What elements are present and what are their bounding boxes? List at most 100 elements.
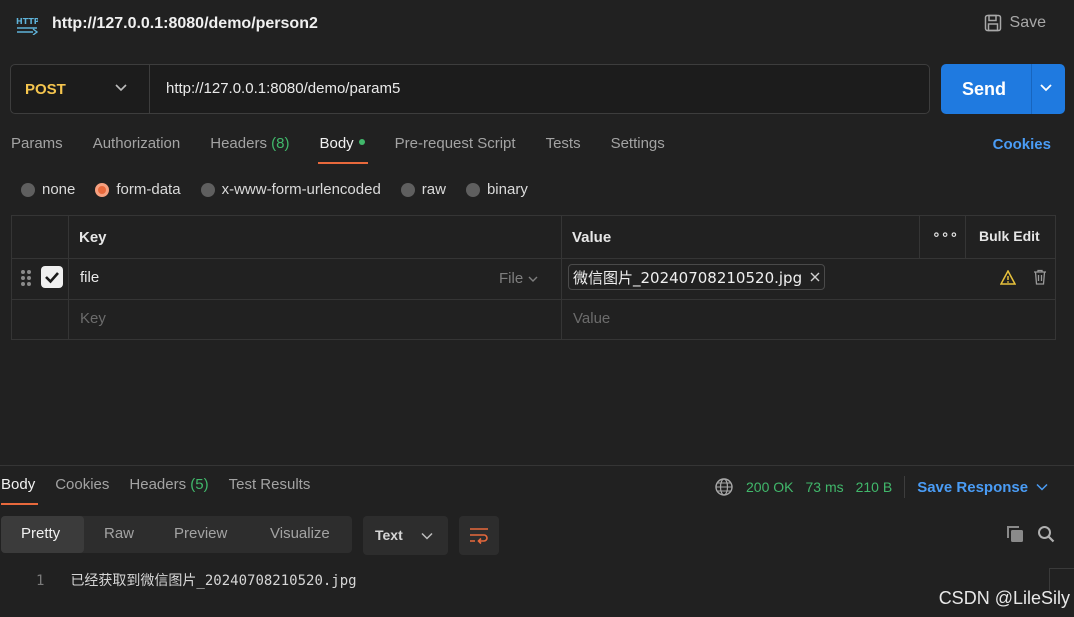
response-tab-body[interactable]: Body bbox=[1, 476, 38, 505]
tab-headers[interactable]: Headers (8) bbox=[210, 135, 289, 152]
checkmark-icon bbox=[45, 272, 59, 284]
status-code[interactable]: 200 OK bbox=[746, 479, 793, 495]
form-data-table: Key Value ∘∘∘ Bulk Edit file File 微信图片_2… bbox=[11, 215, 1056, 340]
body-indicator-dot bbox=[358, 139, 365, 146]
globe-icon[interactable] bbox=[714, 477, 734, 497]
radio-circle-selected bbox=[95, 182, 110, 197]
format-label: Text bbox=[375, 527, 403, 543]
active-tab-underline bbox=[1, 503, 38, 505]
row-key[interactable]: file bbox=[80, 269, 99, 286]
chevron-down-icon bbox=[115, 84, 127, 92]
chevron-down-icon bbox=[528, 276, 538, 282]
radio-circle bbox=[21, 182, 35, 197]
column-divider bbox=[919, 216, 920, 258]
value-header: Value bbox=[572, 229, 612, 246]
tab-body[interactable]: Body bbox=[318, 135, 369, 164]
active-tab-underline bbox=[318, 162, 369, 164]
send-button[interactable]: Send bbox=[941, 64, 1065, 114]
url-input[interactable]: http://127.0.0.1:8080/demo/param5 bbox=[166, 80, 400, 97]
file-chip[interactable]: 微信图片_20240708210520.jpg bbox=[568, 264, 826, 290]
drag-handle-icon[interactable] bbox=[20, 269, 32, 287]
response-tab-test-results[interactable]: Test Results bbox=[229, 476, 311, 493]
radio-circle bbox=[465, 182, 480, 197]
response-body-text[interactable]: 已经获取到微信图片_20240708210520.jpg bbox=[70, 573, 356, 589]
request-title[interactable]: http://127.0.0.1:8080/demo/person2 bbox=[52, 15, 318, 33]
column-divider bbox=[965, 216, 966, 258]
radio-label: form-data bbox=[116, 181, 181, 198]
tab-headers-label: Headers bbox=[210, 135, 267, 152]
chevron-down-icon bbox=[421, 532, 433, 540]
save-button[interactable]: Save bbox=[984, 14, 1046, 32]
radio-circle bbox=[400, 182, 415, 197]
svg-text:HTTP: HTTP bbox=[16, 17, 38, 26]
view-raw[interactable]: Raw bbox=[104, 525, 134, 542]
response-meta: 200 OK 73 ms 210 B Save Response bbox=[714, 476, 1048, 498]
tab-settings[interactable]: Settings bbox=[611, 135, 665, 152]
row-divider bbox=[12, 258, 1055, 259]
response-body-line: 1 已经获取到微信图片_20240708210520.jpg bbox=[36, 570, 357, 590]
key-input[interactable]: Key bbox=[80, 310, 106, 327]
save-icon bbox=[984, 14, 1001, 32]
line-number: 1 bbox=[36, 573, 45, 589]
radio-x-www-form-urlencoded[interactable]: x-www-form-urlencoded bbox=[200, 181, 381, 198]
view-preview[interactable]: Preview bbox=[174, 525, 227, 542]
http-icon: HTTP bbox=[16, 15, 40, 36]
radio-raw[interactable]: raw bbox=[400, 181, 446, 198]
search-icon[interactable] bbox=[1037, 525, 1055, 543]
more-options-icon[interactable]: ∘∘∘ bbox=[932, 226, 958, 243]
save-response-label: Save Response bbox=[917, 478, 1029, 496]
radio-circle bbox=[200, 182, 215, 197]
tab-body-label: Body bbox=[319, 135, 354, 152]
row-type-label: File bbox=[499, 270, 524, 287]
tab-authorization[interactable]: Authorization bbox=[93, 135, 181, 152]
radio-label: none bbox=[42, 181, 76, 198]
row-enabled-checkbox[interactable] bbox=[41, 266, 63, 288]
close-icon[interactable] bbox=[810, 272, 820, 282]
view-pretty[interactable]: Pretty bbox=[21, 525, 60, 542]
tab-params[interactable]: Params bbox=[11, 135, 63, 152]
wrap-lines-button[interactable] bbox=[459, 516, 499, 555]
trash-icon[interactable] bbox=[1033, 269, 1047, 285]
column-divider bbox=[68, 216, 69, 339]
response-headers-count: (5) bbox=[190, 476, 209, 493]
radio-label: binary bbox=[486, 181, 528, 198]
format-select[interactable]: Text bbox=[363, 516, 448, 555]
radio-binary[interactable]: binary bbox=[465, 181, 528, 198]
radio-form-data[interactable]: form-data bbox=[95, 181, 181, 198]
response-tab-headers[interactable]: Headers (5) bbox=[129, 476, 208, 493]
column-divider bbox=[561, 216, 562, 339]
view-visualize[interactable]: Visualize bbox=[270, 525, 330, 542]
body-type-radios: none form-data x-www-form-urlencoded raw… bbox=[21, 181, 548, 198]
separator bbox=[904, 476, 906, 498]
response-tab-cookies[interactable]: Cookies bbox=[55, 476, 109, 493]
radio-label: raw bbox=[421, 181, 446, 198]
send-divider bbox=[1031, 64, 1032, 114]
method-select[interactable]: POST bbox=[11, 65, 150, 113]
warning-icon[interactable] bbox=[1000, 270, 1016, 285]
chevron-down-icon bbox=[1036, 483, 1048, 491]
response-tab-headers-label: Headers bbox=[129, 476, 187, 493]
url-bar: POST http://127.0.0.1:8080/demo/param5 bbox=[10, 64, 930, 114]
send-label: Send bbox=[962, 79, 1007, 99]
response-tabs: Body Cookies Headers (5) Test Results bbox=[1, 476, 330, 505]
response-size[interactable]: 210 B bbox=[856, 479, 893, 495]
tab-tests[interactable]: Tests bbox=[546, 135, 581, 152]
key-header: Key bbox=[79, 229, 107, 246]
pane-divider[interactable] bbox=[0, 465, 1074, 466]
response-time[interactable]: 73 ms bbox=[805, 479, 843, 495]
row-type-select[interactable]: File bbox=[499, 270, 538, 287]
value-input[interactable]: Value bbox=[573, 310, 610, 327]
chevron-down-icon[interactable] bbox=[1039, 83, 1053, 93]
row-divider bbox=[12, 299, 1055, 300]
radio-label: x-www-form-urlencoded bbox=[221, 181, 381, 198]
copy-icon[interactable] bbox=[1005, 524, 1025, 544]
watermark: CSDN @LileSily bbox=[938, 588, 1070, 608]
save-label: Save bbox=[1009, 14, 1046, 31]
bulk-edit-button[interactable]: Bulk Edit bbox=[979, 228, 1040, 244]
save-response-button[interactable]: Save Response bbox=[917, 479, 1048, 496]
cookies-link[interactable]: Cookies bbox=[993, 136, 1051, 153]
method-label: POST bbox=[25, 81, 66, 98]
radio-none[interactable]: none bbox=[21, 181, 75, 198]
tab-pre-request-script[interactable]: Pre-request Script bbox=[395, 135, 516, 152]
file-name: 微信图片_20240708210520.jpg bbox=[573, 268, 803, 287]
